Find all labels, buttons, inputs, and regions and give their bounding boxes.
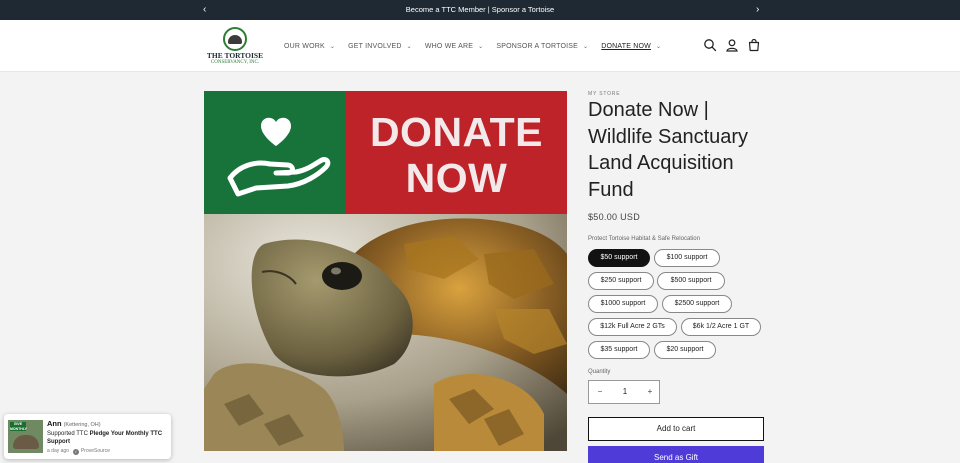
nav-item-our-work[interactable]: OUR WORK ⌄ — [284, 43, 335, 50]
site-header: THE TORTOISE CONSERVANCY, INC. OUR WORK … — [0, 20, 960, 72]
send-as-gift-button[interactable]: Send as Gift — [588, 446, 764, 463]
main-nav: OUR WORK ⌄ GET INVOLVED ⌄ WHO WE ARE ⌄ S… — [284, 20, 674, 72]
announcement-bar: ‹ Become a TTC Member | Sponsor a Tortoi… — [0, 0, 960, 20]
quantity-stepper: − 1 + — [588, 380, 660, 404]
nav-item-label: GET INVOLVED — [348, 42, 402, 50]
banner-text-donate: DONATE — [369, 109, 544, 155]
product-image[interactable]: DONATE NOW — [204, 91, 567, 451]
proof-message-prefix: Supported TTC — [47, 431, 88, 437]
product-title: Donate Now | Wildlife Sanctuary Land Acq… — [588, 99, 749, 201]
announcement-text[interactable]: Become a TTC Member | Sponsor a Tortoise — [0, 0, 960, 20]
nav-item-label: DONATE NOW — [601, 42, 651, 50]
proof-time: a day ago — [47, 448, 69, 454]
social-proof-popup[interactable]: GIVE MONTHLY Ann (Kettering, OH) Supporte… — [4, 414, 171, 459]
proof-name: Ann (Kettering, OH) — [47, 419, 101, 428]
proof-message: Supported TTC Pledge Your Monthly TTC Su… — [47, 430, 169, 446]
logo-line-1: THE TORTOISE — [206, 51, 264, 60]
nav-item-donate-now[interactable]: DONATE NOW ⌄ — [601, 43, 661, 50]
option-20-support[interactable]: $20 support — [654, 341, 716, 359]
option-6k-half-acre[interactable]: $6k 1/2 Acre 1 GT — [681, 318, 761, 336]
site-logo[interactable]: THE TORTOISE CONSERVANCY, INC. — [204, 27, 266, 67]
option-1000-support[interactable]: $1000 support — [588, 295, 658, 313]
chevron-right-icon[interactable]: › — [756, 0, 759, 20]
chevron-down-icon: ⌄ — [329, 43, 336, 50]
product-price: $50.00 USD — [588, 212, 641, 222]
quantity-label: Quantity — [588, 369, 611, 375]
nav-item-label: SPONSOR A TORTOISE — [496, 42, 579, 50]
logo-line-2: CONSERVANCY, INC. — [210, 60, 260, 65]
chevron-down-icon: ⌄ — [655, 43, 662, 50]
tortoise-photo — [204, 214, 567, 451]
proof-source: ProveSource — [80, 448, 110, 454]
proof-thumbnail: GIVE MONTHLY — [8, 420, 43, 453]
chevron-down-icon: ⌄ — [583, 43, 589, 50]
nav-item-label: WHO WE ARE — [424, 42, 474, 50]
nav-item-label: OUR WORK — [284, 42, 325, 50]
option-100-support[interactable]: $100 support — [654, 249, 720, 267]
option-35-support[interactable]: $35 support — [588, 341, 650, 359]
quantity-plus-button[interactable]: + — [639, 381, 661, 403]
option-label: Protect Tortoise Habitat & Safe Relocati… — [588, 236, 700, 242]
option-50-support[interactable]: $50 support — [588, 249, 650, 267]
nav-item-sponsor-a-tortoise[interactable]: SPONSOR A TORTOISE ⌄ — [496, 43, 588, 50]
search-icon[interactable] — [703, 38, 717, 52]
heart-hand-icon — [227, 117, 331, 197]
option-12k-full-acre[interactable]: $12k Full Acre 2 GTs — [588, 318, 677, 336]
quantity-input[interactable]: 1 — [611, 381, 639, 403]
proof-thumb-tag: GIVE MONTHLY — [10, 422, 27, 431]
proof-location: (Kettering, OH) — [63, 422, 101, 428]
option-2500-support[interactable]: $2500 support — [662, 295, 732, 313]
proof-meta: a day ago ✓ ProveSource — [47, 448, 110, 455]
option-250-support[interactable]: $250 support — [588, 272, 654, 290]
cart-icon[interactable] — [747, 38, 761, 52]
banner-green-panel — [204, 91, 346, 214]
banner-text-now: NOW — [405, 155, 508, 201]
option-500-support[interactable]: $500 support — [657, 272, 725, 290]
add-to-cart-button[interactable]: Add to cart — [588, 417, 764, 441]
check-icon: ✓ — [72, 449, 79, 455]
account-icon[interactable] — [725, 38, 739, 52]
quantity-minus-button[interactable]: − — [589, 381, 611, 403]
nav-item-get-involved[interactable]: GET INVOLVED ⌄ — [348, 43, 412, 50]
chevron-down-icon: ⌄ — [478, 43, 484, 50]
nav-item-who-we-are[interactable]: WHO WE ARE ⌄ — [425, 43, 484, 50]
proof-person: Ann — [47, 419, 62, 428]
chevron-down-icon: ⌄ — [406, 43, 412, 50]
tortoise-logo-icon — [223, 27, 247, 51]
tortoise-thumb-icon — [13, 435, 39, 449]
